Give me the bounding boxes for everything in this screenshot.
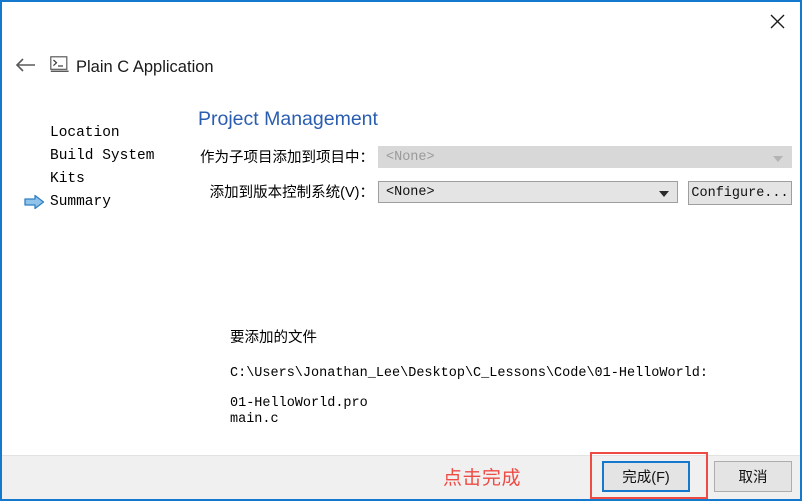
list-item: 01-HelloWorld.pro [230,396,368,411]
add-as-subproject-label: 作为子项目添加到项目中： [200,150,374,166]
close-icon [770,14,785,29]
chevron-down-icon [659,191,669,197]
blue-arrow-icon [24,194,46,211]
title-bar [2,2,800,40]
step-marker [24,125,46,142]
back-button[interactable] [12,53,40,81]
wizard-header: Plain C Application [2,49,800,85]
files-list: 01-HelloWorld.pro main.c [230,396,770,428]
files-to-add-section: 要添加的文件 C:\Users\Jonathan_Lee\Desktop\C_L… [230,328,770,428]
close-button[interactable] [754,2,800,40]
chevron-down-icon [773,156,783,162]
version-control-label: 添加到版本控制系统(V)： [209,185,374,201]
wizard-step-label: Build System [50,148,155,164]
configure-button[interactable]: Configure... [688,181,792,205]
files-target-path: C:\Users\Jonathan_Lee\Desktop\C_Lessons\… [230,366,708,381]
page-title: Project Management [198,108,378,130]
finish-button[interactable]: 完成(F) [602,461,690,492]
step-marker [24,148,46,165]
wizard-step-summary[interactable]: Summary [24,191,194,214]
wizard-window: Plain C Application Location Build Syste… [0,0,802,501]
wizard-step-build-system[interactable]: Build System [24,145,194,168]
cancel-button[interactable]: 取消 [714,461,792,492]
add-as-subproject-value: <None> [386,150,435,165]
app-title: Plain C Application [76,58,214,76]
version-control-combobox[interactable]: <None> [378,181,678,203]
label-holder: 作为子项目添加到项目中： [198,146,374,170]
wizard-step-label: Summary [50,194,111,210]
back-arrow-icon [15,57,37,78]
console-application-icon [50,56,70,74]
files-to-add-heading: 要添加的文件 [230,330,317,346]
wizard-step-kits[interactable]: Kits [24,168,194,191]
label-holder: 添加到版本控制系统(V)： [198,181,374,205]
list-item: main.c [230,412,279,427]
add-as-subproject-combobox[interactable]: <None> [378,146,792,168]
annotation-label: 点击完成 [443,468,522,489]
wizard-step-location[interactable]: Location [24,122,194,145]
wizard-step-label: Location [50,125,120,141]
wizard-step-label: Kits [50,171,85,187]
version-control-value: <None> [386,185,435,200]
step-marker [24,171,46,188]
wizard-steps: Location Build System Kits Summary [24,122,194,214]
